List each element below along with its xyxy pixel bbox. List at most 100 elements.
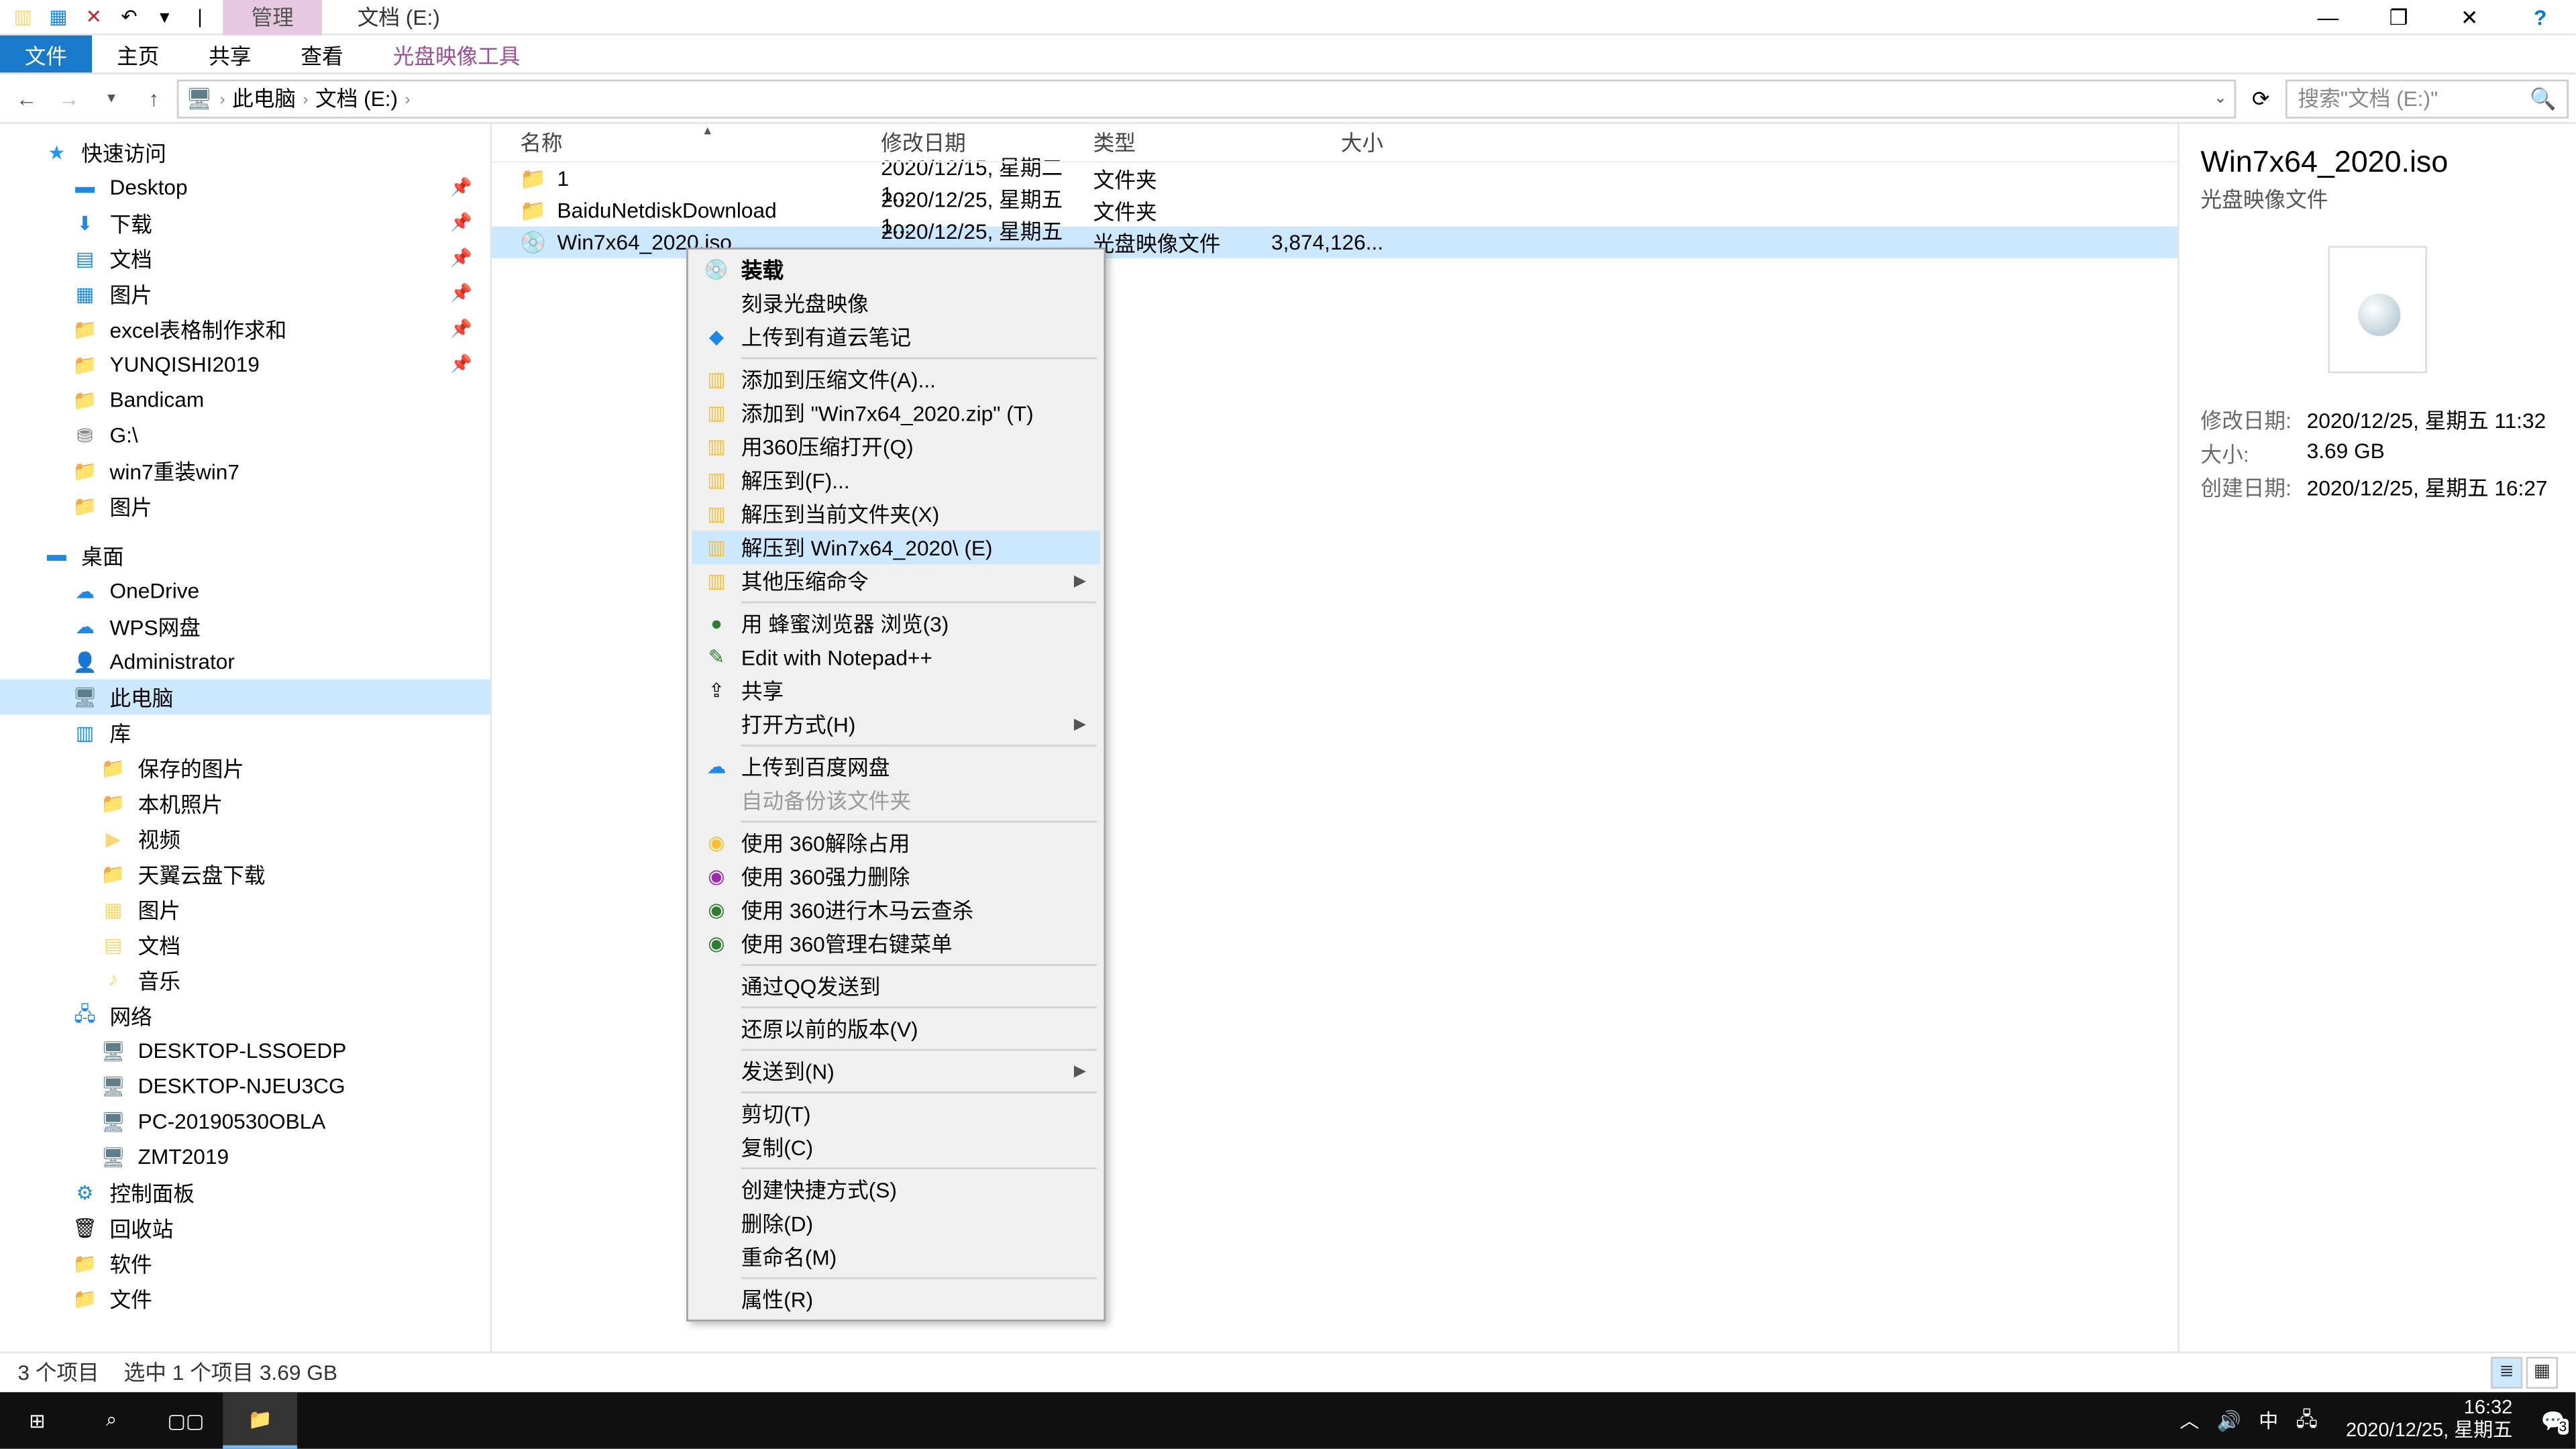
ctx-open-360zip[interactable]: ▥用360压缩打开(Q): [692, 430, 1100, 464]
crumb-pc[interactable]: 此电脑: [232, 83, 296, 113]
nav-videos[interactable]: ▶视频: [0, 821, 490, 857]
col-date[interactable]: 修改日期: [881, 127, 1093, 158]
tab-disc-tools[interactable]: 光盘映像工具: [368, 36, 545, 72]
properties-icon[interactable]: ▦: [46, 5, 71, 30]
col-type[interactable]: 类型: [1093, 127, 1271, 158]
nav-bandicam[interactable]: 📁Bandicam: [0, 382, 490, 418]
history-dropdown-icon[interactable]: ⌄: [2214, 89, 2227, 108]
nav-pictures[interactable]: ▦图片📌: [0, 276, 490, 311]
nav-pc2[interactable]: 🖥DESKTOP-NJEU3CG: [0, 1069, 490, 1104]
col-size[interactable]: 大小: [1270, 127, 1394, 158]
ctx-cut[interactable]: 剪切(T): [692, 1097, 1100, 1130]
nav-yunqishi[interactable]: 📁YUNQISHI2019📌: [0, 347, 490, 382]
nav-documents[interactable]: ▤文档📌: [0, 241, 490, 276]
crumb-drive[interactable]: 文档 (E:): [315, 83, 398, 113]
forward-button[interactable]: →: [50, 86, 89, 111]
ctx-360-release[interactable]: ◉使用 360解除占用: [692, 826, 1100, 859]
ctx-extract-named[interactable]: ▥解压到 Win7x64_2020\ (E): [692, 531, 1100, 564]
nav-wps[interactable]: ☁WPS网盘: [0, 608, 490, 644]
nav-administrator[interactable]: 👤Administrator: [0, 644, 490, 680]
nav-onedrive[interactable]: ☁OneDrive: [0, 573, 490, 608]
network-icon[interactable]: 🖧: [2296, 1403, 2317, 1437]
task-view-button[interactable]: ▢▢: [149, 1392, 223, 1448]
nav-excel-folder[interactable]: 📁excel表格制作求和📌: [0, 311, 490, 347]
ctx-open-with[interactable]: 打开方式(H)▶: [692, 708, 1100, 741]
ctx-mount[interactable]: 💿装载: [692, 253, 1100, 286]
nav-files[interactable]: 📁文件: [0, 1281, 490, 1316]
nav-control-panel[interactable]: ⚙控制面板: [0, 1175, 490, 1210]
column-headers[interactable]: ▴ 名称 修改日期 类型 大小: [492, 124, 2178, 163]
tray-overflow-button[interactable]: ︿: [2180, 1406, 2199, 1434]
maximize-button[interactable]: ❐: [2363, 0, 2434, 34]
details-view-button[interactable]: ≣: [2491, 1356, 2522, 1387]
ctx-qq-send[interactable]: 通过QQ发送到: [692, 969, 1100, 1003]
help-button[interactable]: ?: [2505, 0, 2575, 34]
close-button[interactable]: ✕: [2434, 0, 2505, 34]
nav-downloads[interactable]: ⬇下载📌: [0, 205, 490, 241]
chevron-right-icon[interactable]: ›: [405, 89, 411, 107]
undo-icon[interactable]: ↶: [117, 5, 142, 30]
ctx-bee-browser[interactable]: ●用 蜂蜜浏览器 浏览(3): [692, 606, 1100, 640]
nav-saved-pictures[interactable]: 📁保存的图片: [0, 750, 490, 786]
ctx-add-archive[interactable]: ▥添加到压缩文件(A)...: [692, 363, 1100, 396]
dropdown-icon[interactable]: ▾: [152, 5, 177, 30]
nav-docs[interactable]: ▤文档: [0, 927, 490, 963]
nav-tianyi[interactable]: 📁天翼云盘下载: [0, 856, 490, 892]
ctx-shortcut[interactable]: 创建快捷方式(S): [692, 1173, 1100, 1206]
search-icon[interactable]: 🔍: [2530, 86, 2556, 111]
ctx-rename[interactable]: 重命名(M): [692, 1240, 1100, 1274]
ctx-restore[interactable]: 还原以前的版本(V): [692, 1012, 1100, 1045]
ctx-extract-to[interactable]: ▥解压到(F)...: [692, 464, 1100, 497]
breadcrumb[interactable]: 🖥 › 此电脑 › 文档 (E:) › ⌄: [177, 78, 2236, 117]
ctx-copy[interactable]: 复制(C): [692, 1130, 1100, 1164]
icons-view-button[interactable]: ▦: [2526, 1356, 2558, 1387]
nav-desktop-root[interactable]: ▬桌面: [0, 538, 490, 574]
nav-pc1[interactable]: 🖥DESKTOP-LSSOEDP: [0, 1033, 490, 1069]
ctx-send-to[interactable]: 发送到(N)▶: [692, 1055, 1100, 1088]
ctx-properties[interactable]: 属性(R): [692, 1283, 1100, 1316]
nav-quick-access[interactable]: ★快速访问: [0, 134, 490, 170]
nav-pc3[interactable]: 🖥PC-20190530OBLA: [0, 1104, 490, 1139]
nav-win7-folder[interactable]: 📁win7重装win7: [0, 453, 490, 488]
delete-icon[interactable]: ✕: [81, 5, 106, 30]
nav-network[interactable]: 🖧网络: [0, 998, 490, 1033]
refresh-button[interactable]: ⟳: [2239, 86, 2282, 111]
navigation-tree[interactable]: ★快速访问 ▬Desktop📌 ⬇下载📌 ▤文档📌 ▦图片📌 📁excel表格制…: [0, 124, 492, 1352]
action-center-button[interactable]: 💬3: [2541, 1409, 2565, 1432]
ctx-baidu[interactable]: ☁上传到百度网盘: [692, 750, 1100, 784]
taskbar-clock[interactable]: 16:32 2020/12/25, 星期五: [2335, 1397, 2523, 1444]
col-name[interactable]: 名称: [492, 127, 881, 158]
ime-indicator[interactable]: 中: [2259, 1406, 2278, 1434]
tab-file[interactable]: 文件: [0, 36, 92, 72]
nav-pictures2[interactable]: 📁图片: [0, 488, 490, 524]
nav-music[interactable]: ♪音乐: [0, 963, 490, 998]
ctx-360-scan[interactable]: ◉使用 360进行木马云查杀: [692, 894, 1100, 927]
nav-recycle-bin[interactable]: 🗑回收站: [0, 1210, 490, 1246]
ctx-share[interactable]: ⇪共享: [692, 674, 1100, 708]
ctx-extract-here[interactable]: ▥解压到当前文件夹(X): [692, 497, 1100, 531]
tab-view[interactable]: 查看: [276, 36, 368, 72]
recent-button[interactable]: ▾: [92, 89, 131, 108]
table-row[interactable]: 📁1 2020/12/15, 星期二 1...文件夹: [492, 163, 2178, 195]
start-button[interactable]: ⊞: [0, 1392, 74, 1448]
nav-desktop[interactable]: ▬Desktop📌: [0, 170, 490, 205]
nav-software[interactable]: 📁软件: [0, 1245, 490, 1281]
nav-g-drive[interactable]: ⛃G:\: [0, 417, 490, 453]
nav-local-photos[interactable]: 📁本机照片: [0, 786, 490, 821]
ctx-delete[interactable]: 删除(D): [692, 1206, 1100, 1240]
search-input[interactable]: 搜索"文档 (E:)" 🔍: [2286, 78, 2569, 117]
ctx-add-zip[interactable]: ▥添加到 "Win7x64_2020.zip" (T): [692, 396, 1100, 430]
nav-pc4[interactable]: 🖥ZMT2019: [0, 1139, 490, 1175]
volume-icon[interactable]: 🔊: [2217, 1409, 2241, 1432]
nav-pictures3[interactable]: ▦图片: [0, 892, 490, 927]
nav-this-pc[interactable]: 🖥此电脑: [0, 680, 490, 715]
ctx-youdao[interactable]: ◆上传到有道云笔记: [692, 320, 1100, 354]
ctx-360-menu[interactable]: ◉使用 360管理右键菜单: [692, 927, 1100, 961]
nav-libraries[interactable]: ▥库: [0, 714, 490, 750]
ctx-notepad[interactable]: ✎Edit with Notepad++: [692, 641, 1100, 674]
minimize-button[interactable]: —: [2293, 0, 2363, 34]
ctx-other-zip[interactable]: ▥其他压缩命令▶: [692, 564, 1100, 598]
up-button[interactable]: ↑: [134, 86, 173, 111]
chevron-right-icon[interactable]: ›: [303, 89, 309, 107]
back-button[interactable]: ←: [7, 86, 46, 111]
